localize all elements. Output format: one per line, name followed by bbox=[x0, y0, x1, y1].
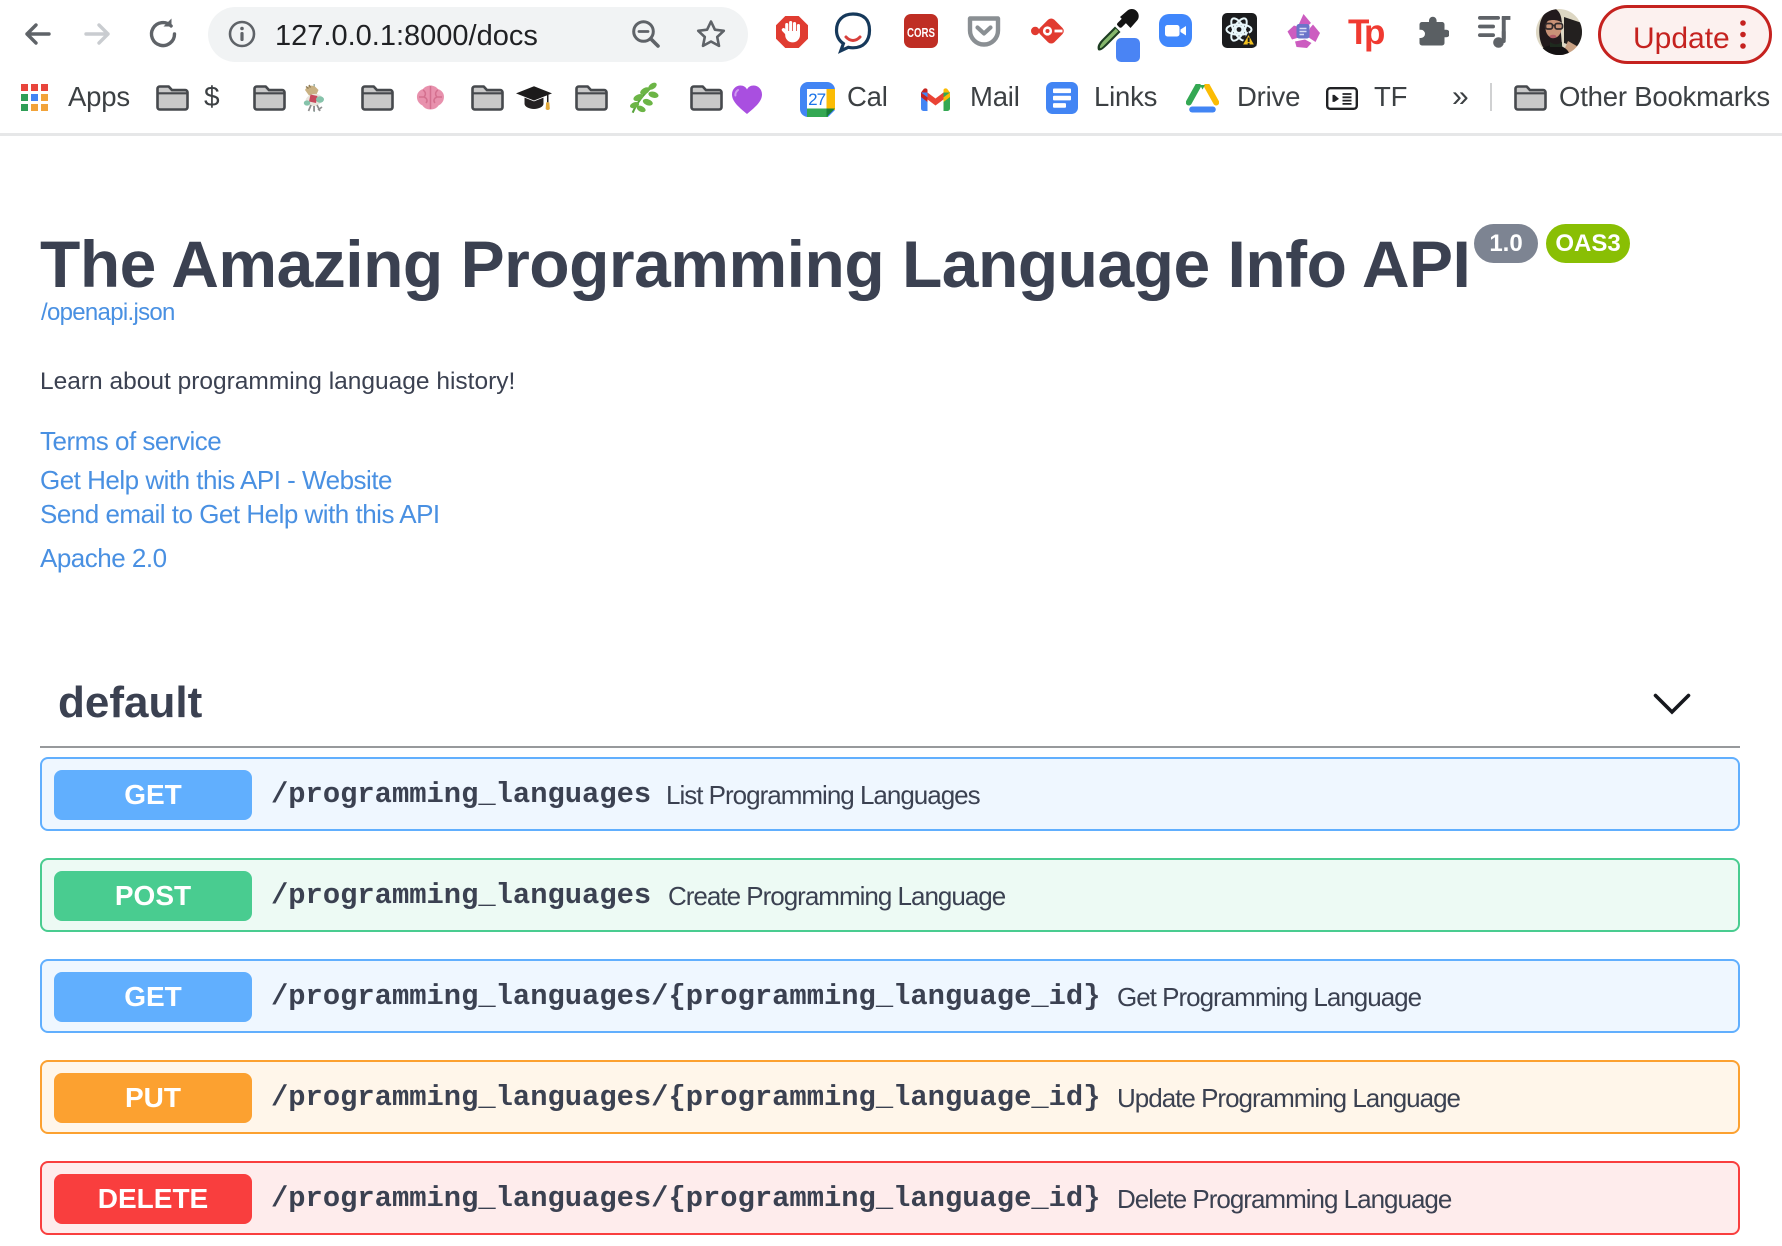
svg-text:27: 27 bbox=[808, 90, 825, 109]
svg-text:CORS: CORS bbox=[907, 25, 935, 40]
